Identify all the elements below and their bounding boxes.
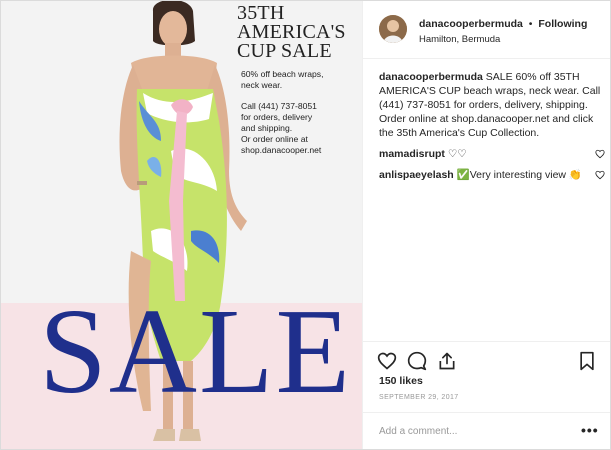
post-date: SEPTEMBER 29, 2017 bbox=[379, 394, 459, 401]
comments-list: danacooperbermuda SALE 60% off 35TH AMER… bbox=[379, 70, 605, 182]
ad-contact: Call (441) 737-8051 for orders, delivery… bbox=[241, 101, 322, 155]
likes-count[interactable]: 150 likes bbox=[379, 375, 423, 387]
small-heart-icon[interactable] bbox=[595, 149, 605, 159]
small-heart-icon[interactable] bbox=[595, 170, 605, 180]
caption-username[interactable]: danacooperbermuda bbox=[379, 71, 483, 83]
action-bar bbox=[363, 341, 610, 371]
post-sidebar: danacooperbermuda • Following Hamilton, … bbox=[362, 1, 610, 449]
post-modal: 35TH AMERICA'S CUP SALE 60% off beach wr… bbox=[0, 0, 611, 450]
following-button[interactable]: Following bbox=[538, 18, 587, 30]
comment-input[interactable] bbox=[379, 423, 569, 439]
post-image[interactable]: 35TH AMERICA'S CUP SALE 60% off beach wr… bbox=[1, 1, 362, 449]
header-line: danacooperbermuda • Following bbox=[419, 18, 587, 30]
header-separator: • bbox=[528, 18, 533, 30]
comment-item: mamadisrupt ♡♡ bbox=[379, 147, 605, 161]
avatar[interactable] bbox=[379, 15, 407, 43]
comment-username[interactable]: anlispaeyelash bbox=[379, 169, 454, 181]
caption: danacooperbermuda SALE 60% off 35TH AMER… bbox=[379, 70, 603, 140]
add-comment-box: ••• bbox=[363, 412, 610, 449]
bookmark-icon[interactable] bbox=[577, 351, 597, 371]
comment-username[interactable]: mamadisrupt bbox=[379, 148, 445, 160]
more-options-icon[interactable]: ••• bbox=[581, 422, 599, 438]
sale-word: SALE bbox=[39, 284, 352, 419]
comment-icon[interactable] bbox=[407, 351, 427, 371]
header-username[interactable]: danacooperbermuda bbox=[419, 18, 523, 30]
comment-item: anlispaeyelash ✅Very interesting view 👏 bbox=[379, 168, 605, 182]
share-icon[interactable] bbox=[437, 351, 457, 371]
location-link[interactable]: Hamilton, Bermuda bbox=[419, 34, 500, 45]
comment-text: ♡♡ bbox=[447, 148, 467, 160]
post-header: danacooperbermuda • Following Hamilton, … bbox=[363, 1, 610, 59]
ad-body: 60% off beach wraps, neck wear. Call (44… bbox=[241, 69, 359, 166]
ad-headline: 35TH AMERICA'S CUP SALE bbox=[237, 2, 346, 62]
heart-icon[interactable] bbox=[377, 351, 397, 371]
avatar-image bbox=[379, 15, 407, 43]
comment-text: ✅Very interesting view 👏 bbox=[456, 169, 582, 181]
ad-offer: 60% off beach wraps, neck wear. bbox=[241, 69, 324, 90]
